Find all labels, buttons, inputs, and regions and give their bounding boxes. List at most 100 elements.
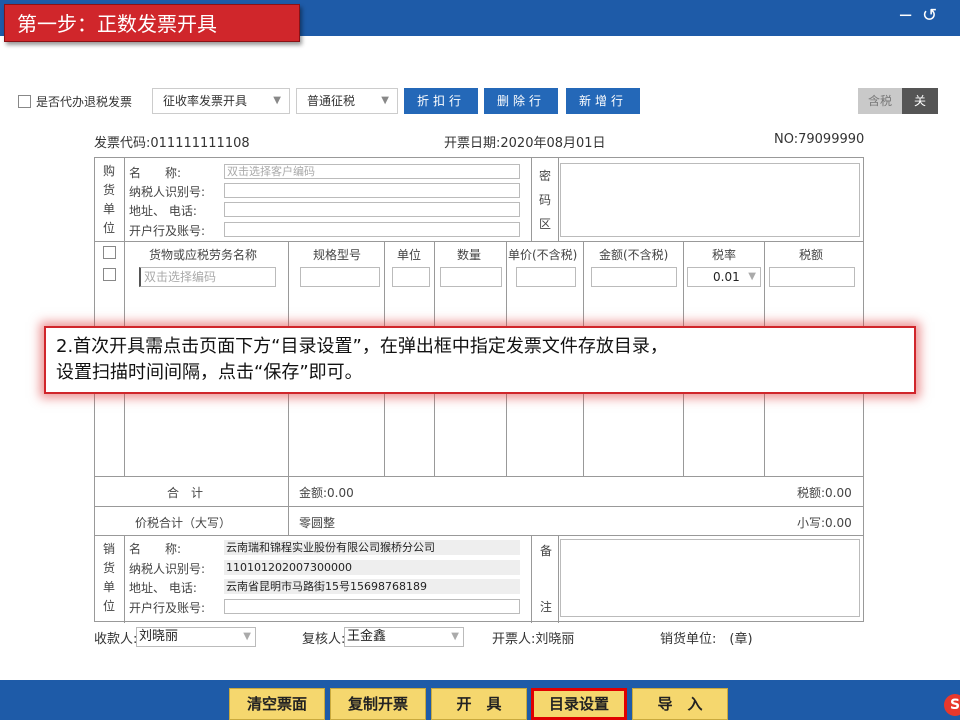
- item-unit-input[interactable]: [392, 267, 430, 287]
- seller-char: 销: [102, 542, 115, 556]
- divider: [531, 158, 532, 241]
- seller-tax-id-label: 纳税人识别号:: [129, 562, 206, 576]
- tax-included-toggle[interactable]: 含税: [858, 88, 902, 114]
- seller-char: 位: [102, 599, 115, 613]
- step-title-banner: 第一步：正数发票开具: [4, 4, 300, 42]
- cipher-zone-label: 密 码 区: [537, 164, 553, 236]
- buyer-char: 单: [102, 202, 115, 216]
- instruction-line-1: 2.首次开具需点击页面下方“目录设置”，在弹出框中指定发票文件存放目录，: [56, 336, 668, 357]
- sum-tax: 税额:0.00: [797, 486, 852, 500]
- buyer-name-input[interactable]: 双击选择客户编码: [224, 164, 520, 179]
- seller-bank-label: 开户行及账号:: [129, 601, 206, 615]
- tax-toggle-off[interactable]: 关: [902, 88, 938, 114]
- agent-refund-checkbox[interactable]: [18, 95, 31, 108]
- invoice-toolbar: 是否代办退税发票 征收率发票开具 ▼ 普通征税 ▼ 折扣行 删除行 新增行 含税…: [16, 88, 940, 114]
- remark-input[interactable]: [560, 539, 860, 617]
- item-amount-input[interactable]: [591, 267, 677, 287]
- buyer-bank-input[interactable]: [224, 222, 520, 237]
- cipher-char: 密: [538, 169, 551, 183]
- tax-rate-value: 0.01: [713, 270, 740, 284]
- cipher-char: 区: [538, 217, 551, 231]
- divider: [95, 476, 863, 477]
- delete-row-button[interactable]: 删除行: [484, 88, 558, 114]
- buyer-tax-id-label: 纳税人识别号:: [129, 185, 206, 199]
- total-label: 价税合计（大写）: [135, 516, 232, 530]
- item-qty-input[interactable]: [440, 267, 502, 287]
- payee-value: 刘晓丽: [139, 629, 179, 644]
- buyer-address-label: 地址、 电话:: [129, 204, 197, 218]
- instruction-line-2: 设置扫描时间间隔，点击“保存”即可。: [56, 362, 363, 383]
- drawer-label: 开票人:刘晓丽: [492, 632, 575, 647]
- item-price-input[interactable]: [516, 267, 576, 287]
- divider: [531, 535, 532, 623]
- chevron-down-icon: ▼: [273, 95, 281, 106]
- seller-tax-id-value: 110101202007300000: [224, 560, 520, 575]
- chevron-down-icon: ▼: [381, 95, 389, 106]
- invoice-type-select[interactable]: 征收率发票开具 ▼: [152, 88, 290, 114]
- chevron-down-icon: ▼: [243, 631, 251, 642]
- divider: [124, 158, 125, 241]
- remark-char: 注: [540, 600, 553, 614]
- col-header-tax: 税额: [799, 248, 824, 262]
- buyer-char: 货: [102, 183, 115, 197]
- total-upper: 零圆整: [299, 516, 336, 530]
- seller-bank-input[interactable]: [224, 599, 520, 614]
- invoice-type-value: 征收率发票开具: [163, 94, 248, 108]
- add-row-button[interactable]: 新增行: [566, 88, 640, 114]
- import-button[interactable]: 导 入: [632, 688, 728, 720]
- invoice-date: 开票日期:2020年08月01日: [444, 136, 606, 151]
- item-spec-input[interactable]: [300, 267, 380, 287]
- select-all-checkbox[interactable]: [103, 246, 116, 259]
- item-tax-input[interactable]: [769, 267, 855, 287]
- buyer-tax-id-input[interactable]: [224, 183, 520, 198]
- seller-char: 货: [102, 561, 115, 575]
- cipher-char: 码: [538, 193, 551, 207]
- discount-row-button[interactable]: 折扣行: [404, 88, 478, 114]
- col-header-amount: 金额(不含税): [599, 248, 669, 262]
- directory-settings-button[interactable]: 目录设置: [531, 688, 627, 720]
- buyer-section-label: 购 货 单 位: [101, 162, 117, 238]
- clear-invoice-button[interactable]: 清空票面: [229, 688, 325, 720]
- buyer-char: 位: [102, 221, 115, 235]
- col-header-unit: 单位: [397, 248, 422, 262]
- payee-select[interactable]: 刘晓丽 ▼: [136, 627, 256, 647]
- seller-name-value: 云南瑞和锦程实业股份有限公司猴桥分公司: [224, 540, 520, 555]
- copy-invoice-button[interactable]: 复制开票: [330, 688, 426, 720]
- seller-address-value: 云南省昆明市马路街15号15698768189: [224, 579, 520, 594]
- tax-rate-select[interactable]: 0.01 ▼: [687, 267, 761, 287]
- issue-invoice-button[interactable]: 开 具: [431, 688, 527, 720]
- buyer-bank-label: 开户行及账号:: [129, 224, 206, 238]
- back-icon[interactable]: ↺: [922, 6, 937, 26]
- chevron-down-icon: ▼: [451, 631, 459, 642]
- minimize-icon[interactable]: −: [898, 6, 913, 26]
- seller-unit-label: 销货单位: (章): [660, 632, 753, 647]
- cipher-zone: [560, 163, 860, 237]
- tax-method-select[interactable]: 普通征税 ▼: [296, 88, 398, 114]
- divider: [124, 535, 125, 623]
- tax-method-value: 普通征税: [307, 94, 356, 108]
- row-checkbox[interactable]: [103, 268, 116, 281]
- divider: [95, 506, 863, 507]
- seller-name-label: 名 称:: [129, 542, 182, 556]
- total-lower: 小写:0.00: [797, 516, 852, 530]
- seller-address-label: 地址、 电话:: [129, 581, 197, 595]
- invoice-code: 发票代码:011111111108: [94, 136, 250, 151]
- col-header-spec: 规格型号: [313, 248, 362, 262]
- reviewer-select[interactable]: 王金鑫 ▼: [344, 627, 464, 647]
- reviewer-value: 王金鑫: [347, 629, 387, 644]
- chevron-down-icon: ▼: [748, 271, 756, 282]
- remark-char: 备: [540, 544, 553, 558]
- sum-amount: 金额:0.00: [299, 486, 354, 500]
- divider: [558, 535, 559, 623]
- divider: [558, 158, 559, 241]
- buyer-name-label: 名 称:: [129, 166, 182, 180]
- col-header-name: 货物或应税劳务名称: [149, 248, 258, 262]
- buyer-address-input[interactable]: [224, 202, 520, 217]
- item-name-input[interactable]: 双击选择编码: [139, 267, 276, 287]
- seller-char: 单: [102, 580, 115, 594]
- payee-label: 收款人:: [94, 632, 138, 647]
- col-header-rate: 税率: [712, 248, 737, 262]
- instruction-callout: 2.首次开具需点击页面下方“目录设置”，在弹出框中指定发票文件存放目录， 设置扫…: [44, 326, 916, 394]
- seller-section-label: 销 货 单 位: [101, 540, 117, 616]
- col-header-price: 单价(不含税): [508, 248, 578, 262]
